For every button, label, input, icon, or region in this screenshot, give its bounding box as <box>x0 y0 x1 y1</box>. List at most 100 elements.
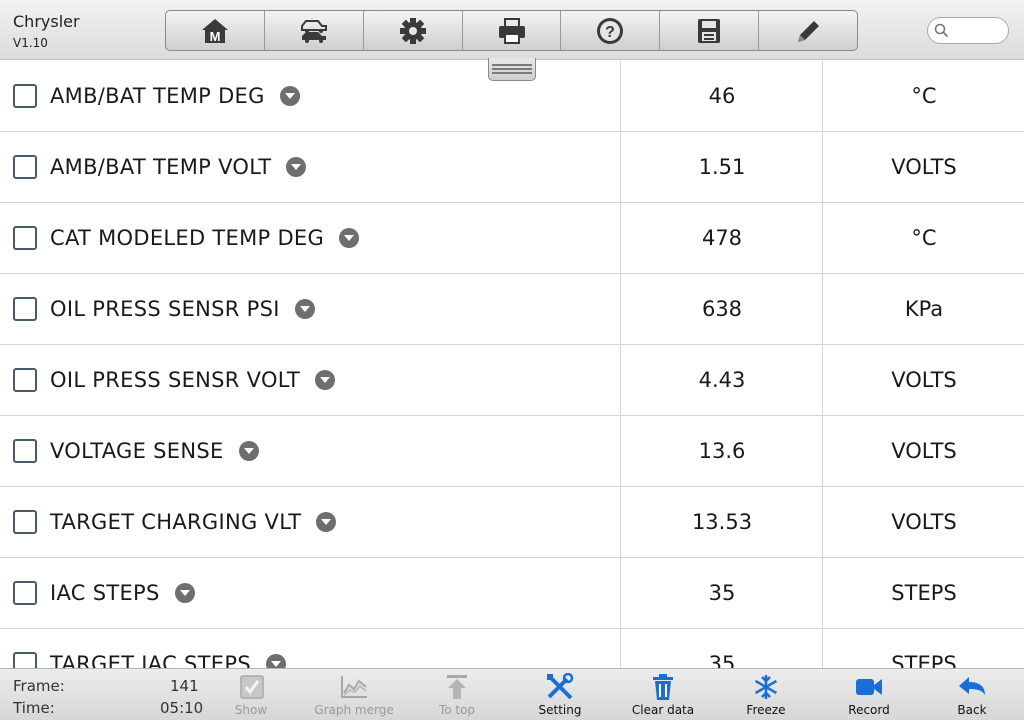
row-checkbox[interactable] <box>13 652 37 668</box>
table-row: OIL PRESS SENSR VOLT 4.43 VOLTS <box>0 345 1024 416</box>
table-row: TARGET IAC STEPS 35 STEPS <box>0 629 1024 668</box>
parameter-unit: STEPS <box>891 652 957 668</box>
back-arrow-icon <box>959 677 985 695</box>
parameter-cell: IAC STEPS <box>0 558 621 628</box>
parameter-cell: VOLTAGE SENSE <box>0 416 621 486</box>
parameter-name: OIL PRESS SENSR VOLT <box>50 368 301 392</box>
table-row: TARGET CHARGING VLT 13.53 VOLTS <box>0 487 1024 558</box>
time-value: 05:10 <box>160 699 204 717</box>
parameter-cell: TARGET CHARGING VLT <box>0 487 621 557</box>
to-top-button[interactable]: To top <box>417 673 497 719</box>
parameter-value: 4.43 <box>622 345 823 415</box>
main-toolbar: M ? <box>165 10 858 51</box>
parameter-unit: VOLTS <box>891 368 957 392</box>
row-checkbox[interactable] <box>13 510 37 534</box>
freeze-button[interactable]: Freeze <box>726 673 806 719</box>
bottom-bar: Frame: 141 Time: 05:10 Show Graph merge … <box>0 668 1024 720</box>
parameter-unit: °C <box>911 226 937 250</box>
parameter-value: 13.6 <box>622 416 823 486</box>
parameter-value: 35 <box>622 629 823 668</box>
frame-label: Frame: <box>13 677 65 695</box>
setting-button[interactable]: Setting <box>520 673 600 719</box>
parameter-value: 35 <box>622 558 823 628</box>
table-row: CAT MODELED TEMP DEG 478 °C <box>0 203 1024 274</box>
show-button[interactable]: Show <box>211 673 291 719</box>
parameter-name: IAC STEPS <box>50 581 160 605</box>
dropdown-arrow-icon[interactable] <box>238 441 259 461</box>
dropdown-arrow-icon[interactable] <box>316 512 337 532</box>
clear-data-button[interactable]: Clear data <box>623 673 703 719</box>
snowflake-icon <box>754 675 778 699</box>
svg-text:?: ? <box>605 24 615 41</box>
handle-line <box>492 64 532 66</box>
row-checkbox[interactable] <box>13 297 37 321</box>
trash-icon <box>653 674 673 700</box>
app-version: V1.10 <box>13 36 48 50</box>
freeze-label: Freeze <box>746 703 786 717</box>
record-button[interactable]: Record <box>829 673 909 719</box>
dropdown-arrow-icon[interactable] <box>286 157 307 177</box>
gear-icon <box>399 17 426 44</box>
app-title: Chrysler <box>13 12 80 31</box>
frame-value: 141 <box>170 677 199 695</box>
parameter-name: TARGET CHARGING VLT <box>50 510 302 534</box>
row-checkbox[interactable] <box>13 439 37 463</box>
home-button[interactable]: M <box>166 11 265 50</box>
parameter-unit: °C <box>911 84 937 108</box>
dropdown-arrow-icon[interactable] <box>294 299 315 319</box>
arrow-up-icon <box>447 675 467 699</box>
graph-merge-button[interactable]: Graph merge <box>314 673 394 719</box>
handle-line <box>492 72 532 74</box>
row-checkbox[interactable] <box>13 84 37 108</box>
settings-button[interactable] <box>364 11 463 50</box>
print-button[interactable] <box>463 11 562 50</box>
record-label: Record <box>848 703 890 717</box>
parameter-name: VOLTAGE SENSE <box>50 439 224 463</box>
floppy-disk-icon <box>698 18 721 43</box>
parameter-unit: KPa <box>904 297 944 321</box>
table-row: OIL PRESS SENSR PSI 638 KPa <box>0 274 1024 345</box>
parameter-name: OIL PRESS SENSR PSI <box>50 297 280 321</box>
parameter-cell: CAT MODELED TEMP DEG <box>0 203 621 273</box>
live-data-table[interactable]: AMB/BAT TEMP DEG 46 °C AMB/BAT TEMP VOLT… <box>0 61 1024 668</box>
parameter-name: AMB/BAT TEMP DEG <box>50 84 265 108</box>
video-camera-icon <box>856 679 882 695</box>
time-label: Time: <box>13 699 55 717</box>
table-row: AMB/BAT TEMP VOLT 1.51 VOLTS <box>0 132 1024 203</box>
help-button[interactable]: ? <box>561 11 661 50</box>
parameter-value: 638 <box>622 274 823 344</box>
save-button[interactable] <box>660 11 760 50</box>
vehicle-swap-button[interactable] <box>265 11 364 50</box>
clear-data-label: Clear data <box>631 703 695 717</box>
row-checkbox[interactable] <box>13 155 37 179</box>
parameter-cell: OIL PRESS SENSR VOLT <box>0 345 621 415</box>
dropdown-arrow-icon[interactable] <box>265 654 286 668</box>
dropdown-arrow-icon[interactable] <box>279 86 300 106</box>
checkbox-icon <box>240 675 264 699</box>
home-m-icon: M <box>201 18 228 44</box>
search-input[interactable] <box>927 17 1009 44</box>
parameter-unit: VOLTS <box>891 439 957 463</box>
dropdown-arrow-icon[interactable] <box>174 583 195 603</box>
edit-button[interactable] <box>759 11 857 50</box>
setting-label: Setting <box>538 703 582 717</box>
dropdown-arrow-icon[interactable] <box>339 228 360 248</box>
search-icon <box>934 23 949 38</box>
table-row: IAC STEPS 35 STEPS <box>0 558 1024 629</box>
row-checkbox[interactable] <box>13 581 37 605</box>
row-checkbox[interactable] <box>13 368 37 392</box>
parameter-unit: VOLTS <box>891 510 957 534</box>
table-row: VOLTAGE SENSE 13.6 VOLTS <box>0 416 1024 487</box>
parameter-cell: OIL PRESS SENSR PSI <box>0 274 621 344</box>
pull-down-handle[interactable] <box>488 58 536 81</box>
top-bar: Chrysler V1.10 M ? <box>0 0 1024 60</box>
back-button[interactable]: Back <box>932 673 1012 719</box>
parameter-cell: TARGET IAC STEPS <box>0 629 621 668</box>
pencil-icon <box>798 20 820 42</box>
dropdown-arrow-icon[interactable] <box>315 370 336 390</box>
graph-merge-label: Graph merge <box>314 703 394 717</box>
parameter-unit: STEPS <box>891 581 957 605</box>
show-label: Show <box>234 703 268 717</box>
parameter-value: 46 <box>622 61 823 131</box>
row-checkbox[interactable] <box>13 226 37 250</box>
